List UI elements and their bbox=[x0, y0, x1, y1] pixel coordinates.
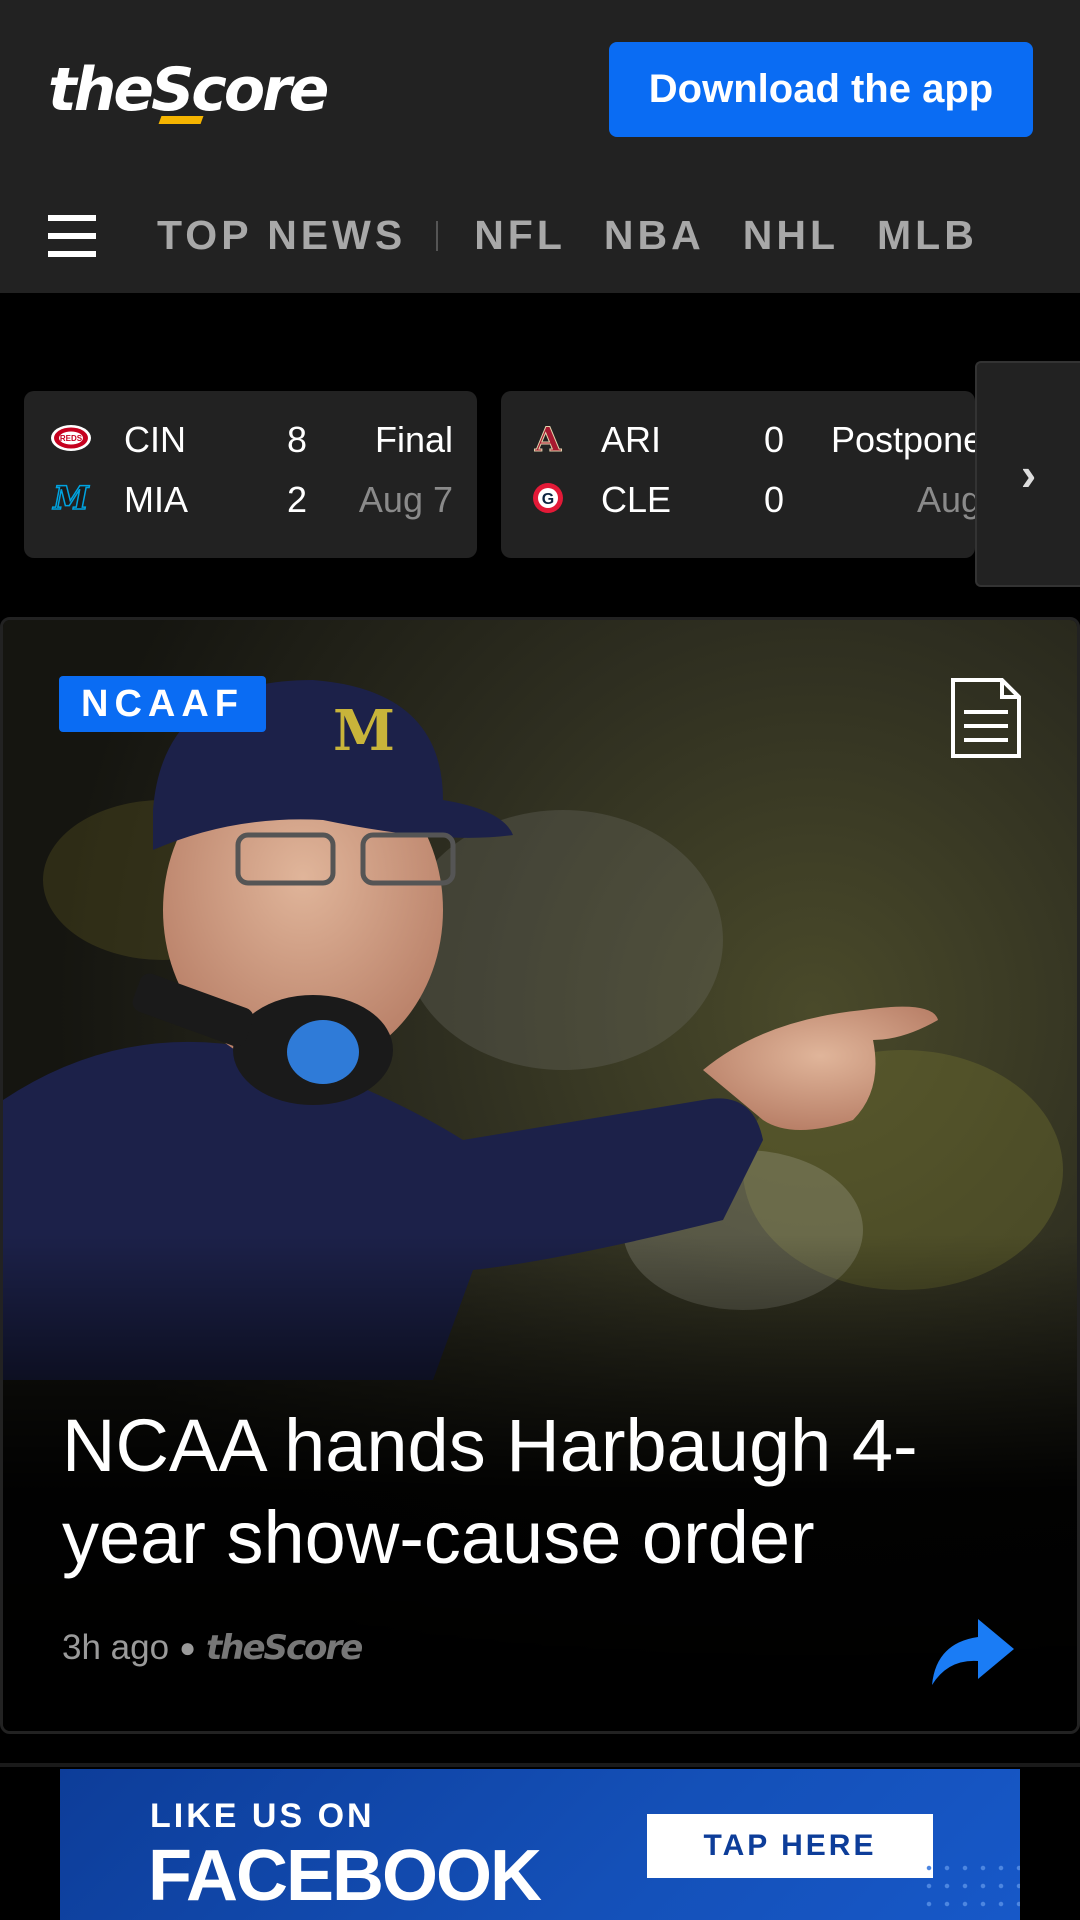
category-tag[interactable]: NCAAF bbox=[59, 676, 266, 732]
guardians-logo-icon: G bbox=[533, 483, 563, 513]
nav-item-nba[interactable]: NBA bbox=[604, 212, 705, 259]
article-document-icon bbox=[951, 678, 1021, 758]
thescore-logo[interactable]: theScore bbox=[48, 55, 329, 125]
scores-next-arrow-icon[interactable]: › bbox=[975, 361, 1080, 587]
team-score: 8 bbox=[287, 419, 308, 460]
download-app-button[interactable]: Download the app bbox=[609, 42, 1033, 137]
team-abbr: ARI bbox=[601, 419, 662, 460]
ad-big-text: FACEBOOK bbox=[148, 1836, 542, 1916]
hamburger-menu-icon[interactable] bbox=[48, 215, 96, 257]
team-score: 0 bbox=[764, 479, 785, 520]
meta-separator: ● bbox=[179, 1632, 196, 1663]
score-row-away: A ARI 0 Postponed bbox=[501, 415, 1003, 465]
nav-item-nhl[interactable]: NHL bbox=[743, 212, 839, 259]
ad-small-text: LIKE US ON bbox=[150, 1797, 375, 1835]
svg-text:REDS: REDS bbox=[60, 434, 83, 443]
nav-item-mlb[interactable]: MLB bbox=[877, 212, 978, 259]
svg-text:M: M bbox=[52, 481, 90, 515]
nav-item-top-news[interactable]: TOP NEWS bbox=[157, 212, 406, 259]
diamondbacks-logo-icon: A bbox=[533, 421, 562, 455]
nav-divider bbox=[436, 220, 439, 251]
team-score: 2 bbox=[287, 479, 308, 520]
score-card-ari-cle[interactable]: A ARI 0 Postponed G CLE 0 Aug 7 bbox=[501, 391, 1011, 558]
article-source: theScore bbox=[205, 1628, 363, 1668]
top-header: theScore Download the app TOP NEWS NFL N… bbox=[0, 0, 1080, 293]
game-date: Aug 7 bbox=[358, 479, 453, 520]
svg-text:A: A bbox=[534, 421, 562, 455]
article-age: 3h ago bbox=[62, 1628, 170, 1667]
team-abbr: CLE bbox=[601, 479, 672, 520]
article-meta: 3h ago ● theScore bbox=[62, 1628, 363, 1668]
ad-dot-pattern bbox=[920, 1859, 1020, 1919]
nav-item-nfl[interactable]: NFL bbox=[474, 212, 566, 259]
team-abbr: MIA bbox=[124, 479, 189, 520]
share-icon[interactable] bbox=[928, 1615, 1016, 1687]
section-divider bbox=[0, 1763, 1080, 1767]
article-headline[interactable]: NCAA hands Harbaugh 4-year show-cause or… bbox=[62, 1400, 1022, 1584]
score-row-home: G CLE 0 Aug 7 bbox=[501, 475, 1011, 525]
team-score: 0 bbox=[764, 419, 785, 460]
reds-logo-icon: REDS bbox=[51, 425, 91, 451]
tap-here-button[interactable]: TAP HERE bbox=[647, 1814, 933, 1878]
score-row-home: M MIA 2 Aug 7 bbox=[24, 475, 477, 525]
sport-nav: TOP NEWS NFL NBA NHL MLB bbox=[157, 212, 1016, 259]
svg-text:G: G bbox=[542, 491, 554, 508]
score-card-cin-mia[interactable]: REDS CIN 8 Final M MIA 2 Aug 7 bbox=[24, 391, 477, 558]
logo-underline-accent bbox=[158, 116, 204, 124]
team-abbr: CIN bbox=[124, 419, 186, 460]
score-row-away: REDS CIN 8 Final bbox=[24, 415, 477, 465]
marlins-logo-icon: M bbox=[52, 481, 92, 515]
facebook-ad-banner[interactable]: LIKE US ON FACEBOOK TAP HERE bbox=[60, 1769, 1020, 1920]
game-status: Final bbox=[374, 419, 453, 460]
